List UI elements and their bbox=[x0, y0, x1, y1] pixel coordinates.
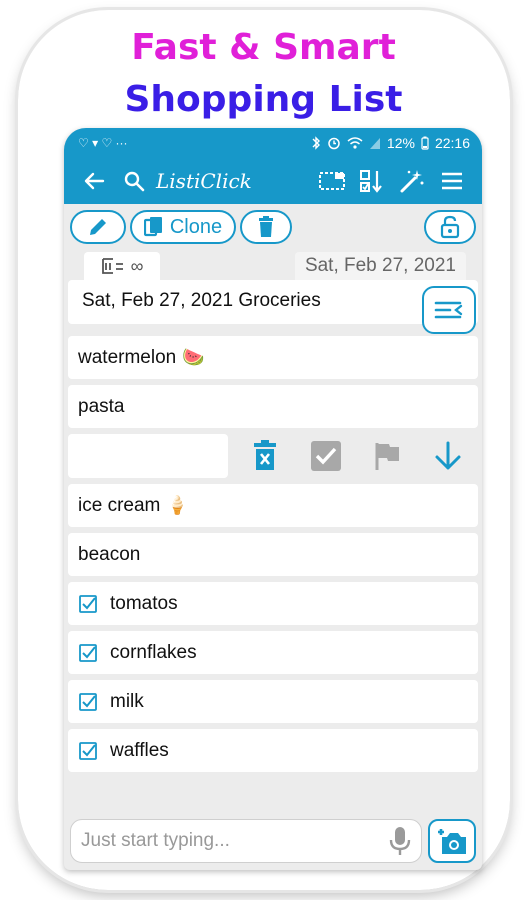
lock-icon bbox=[440, 215, 460, 239]
status-left: ♡ ▾ ♡ ··· bbox=[78, 136, 128, 150]
item-label: cornflakes bbox=[110, 641, 197, 663]
list-item[interactable]: watermelon 🍉 bbox=[68, 336, 478, 379]
list-title-card[interactable]: Sat, Feb 27, 2021 Groceries bbox=[68, 280, 478, 334]
collapse-list-button[interactable] bbox=[422, 286, 476, 334]
clock: 22:16 bbox=[434, 135, 470, 151]
infinity-symbol: ∞ bbox=[130, 255, 144, 276]
edit-button[interactable] bbox=[70, 210, 126, 244]
list-item[interactable]: beacon bbox=[68, 533, 478, 576]
check-item-button[interactable] bbox=[306, 436, 346, 476]
item-label: waffles bbox=[110, 739, 169, 761]
trash-x-icon bbox=[253, 440, 276, 470]
list-title: Sat, Feb 27, 2021 Groceries bbox=[82, 290, 321, 311]
alarm-icon bbox=[328, 137, 340, 150]
item-edit-row bbox=[68, 434, 478, 478]
search-icon bbox=[124, 171, 145, 192]
clone-button[interactable]: Clone bbox=[130, 210, 236, 244]
flag-icon bbox=[375, 443, 399, 470]
notification-icons: ♡ ▾ ♡ ··· bbox=[78, 136, 128, 150]
item-label: ice cream bbox=[78, 494, 161, 516]
app-title: ListiClick bbox=[156, 169, 252, 193]
select-icon bbox=[319, 172, 345, 190]
checked-icon[interactable] bbox=[78, 643, 98, 663]
sort-icon bbox=[360, 170, 382, 193]
microphone-icon[interactable] bbox=[389, 826, 411, 856]
checkbox-icon bbox=[310, 441, 341, 471]
menu-icon bbox=[442, 172, 462, 190]
move-down-button[interactable] bbox=[428, 436, 468, 476]
menu-button[interactable] bbox=[432, 161, 472, 201]
promo-header: Fast & Smart Shopping List bbox=[0, 22, 527, 126]
battery-icon bbox=[421, 136, 429, 150]
wifi-icon bbox=[347, 137, 363, 149]
back-arrow-icon bbox=[84, 172, 105, 190]
back-button[interactable] bbox=[74, 161, 114, 201]
promo-title-line1: Fast & Smart bbox=[131, 27, 396, 68]
checked-icon[interactable] bbox=[78, 594, 98, 614]
list-item[interactable]: pasta bbox=[68, 385, 478, 428]
signal-icon bbox=[369, 138, 380, 149]
delete-item-button[interactable] bbox=[245, 436, 285, 476]
search-button[interactable] bbox=[114, 161, 154, 201]
delete-list-button[interactable] bbox=[240, 210, 292, 244]
bluetooth-icon bbox=[312, 136, 320, 150]
new-item-bar bbox=[64, 812, 482, 870]
shopping-list: watermelon 🍉 pasta ice cream 🍦 beacon to… bbox=[64, 336, 482, 772]
item-label: pasta bbox=[78, 395, 125, 417]
trash-icon bbox=[259, 216, 273, 237]
item-label: milk bbox=[110, 690, 144, 712]
clone-label: Clone bbox=[169, 215, 223, 238]
checked-list-item[interactable]: cornflakes bbox=[68, 631, 478, 674]
checked-list-item[interactable]: waffles bbox=[68, 729, 478, 772]
checked-icon[interactable] bbox=[78, 741, 98, 761]
checked-icon[interactable] bbox=[78, 692, 98, 712]
magic-wand-icon bbox=[400, 170, 424, 193]
list-actions: Clone bbox=[64, 204, 482, 250]
item-label: beacon bbox=[78, 543, 141, 565]
arrow-down-icon bbox=[435, 441, 460, 470]
status-right: 12% 22:16 bbox=[311, 135, 470, 151]
ice-cream-emoji: 🍦 bbox=[166, 495, 189, 515]
new-item-field[interactable] bbox=[70, 819, 422, 863]
item-label: tomatos bbox=[110, 592, 178, 614]
list-meta: ∞ Sat, Feb 27, 2021 bbox=[64, 250, 482, 280]
sort-button[interactable] bbox=[352, 161, 392, 201]
copy-icon bbox=[143, 217, 162, 237]
lock-button[interactable] bbox=[424, 210, 476, 244]
flag-item-button[interactable] bbox=[367, 436, 407, 476]
checked-list-item[interactable]: milk bbox=[68, 680, 478, 723]
list-filter-icon bbox=[101, 258, 123, 274]
item-edit-input[interactable] bbox=[68, 434, 228, 478]
battery-percent: 12% bbox=[386, 135, 415, 151]
watermelon-emoji: 🍉 bbox=[182, 347, 205, 367]
list-filter-tag[interactable]: ∞ bbox=[84, 252, 160, 280]
add-photo-button[interactable] bbox=[428, 819, 476, 863]
phone-screen: ♡ ▾ ♡ ··· 12% 22:16 ListiClick Clone ∞ S… bbox=[64, 128, 482, 870]
add-photo-icon bbox=[438, 829, 466, 854]
app-toolbar: ListiClick bbox=[64, 158, 482, 204]
magic-wand-button[interactable] bbox=[392, 161, 432, 201]
pencil-icon bbox=[90, 219, 106, 235]
new-item-input[interactable] bbox=[81, 830, 389, 852]
list-date: Sat, Feb 27, 2021 bbox=[294, 252, 466, 280]
item-edit-actions bbox=[228, 436, 478, 476]
promo-title-line2: Shopping List bbox=[124, 79, 403, 120]
item-label: watermelon bbox=[78, 346, 177, 368]
checked-list-item[interactable]: tomatos bbox=[68, 582, 478, 625]
list-item[interactable]: ice cream 🍦 bbox=[68, 484, 478, 527]
list-collapse-icon bbox=[434, 301, 463, 319]
status-bar: ♡ ▾ ♡ ··· 12% 22:16 bbox=[64, 128, 482, 158]
select-button[interactable] bbox=[312, 161, 352, 201]
